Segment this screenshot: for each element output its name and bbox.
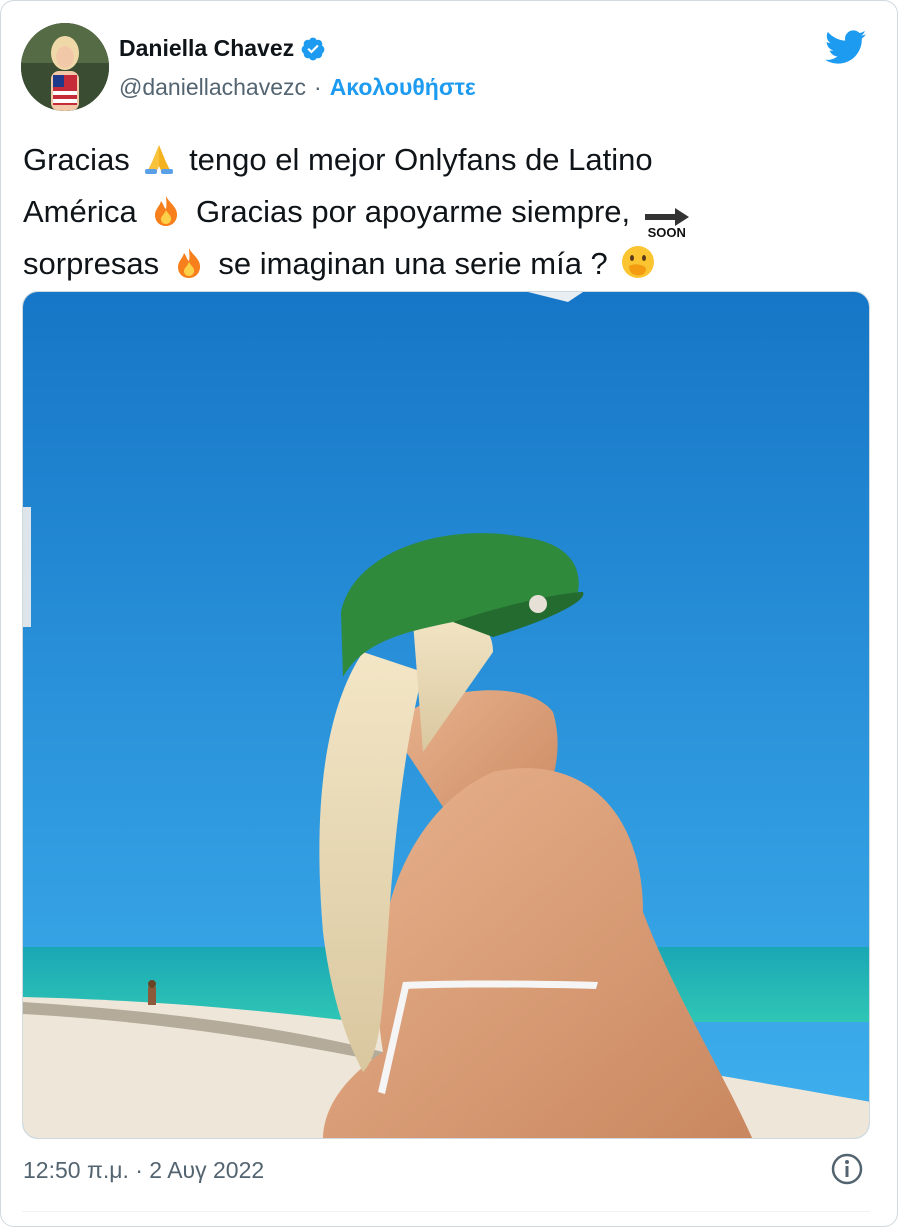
tweet-card: Daniella Chavez @daniellachavezc · Ακολο… <box>0 0 898 1227</box>
text-segment: Gracias por apoyarme siempre, <box>195 194 631 229</box>
handle-separator: · <box>314 74 322 100</box>
tweet-text-line-2: América Gracias por apoyarme siempre, SO… <box>23 189 883 241</box>
tweet-text-line-3: sorpresas se imaginan una serie mía ? <box>23 241 883 293</box>
tweet-text: Gracias tengo el mejor Onlyfans de Latin… <box>23 137 883 293</box>
fire-icon <box>149 194 183 241</box>
fire-icon <box>172 246 206 293</box>
info-icon[interactable] <box>831 1153 863 1185</box>
tweet-photo[interactable] <box>22 291 870 1139</box>
divider <box>22 1211 870 1212</box>
author-handle[interactable]: @daniellachavezc <box>119 74 306 101</box>
text-segment: América <box>23 194 137 229</box>
text-segment: Gracias <box>23 142 130 177</box>
verified-badge-icon <box>300 36 326 62</box>
soon-arrow-icon: SOON <box>644 208 689 240</box>
tweet-timestamp[interactable]: 12:50 π.μ. · 2 Αυγ 2022 <box>23 1157 264 1184</box>
text-segment: se imaginan una serie mía ? <box>218 246 608 281</box>
text-segment: sorpresas <box>23 246 160 281</box>
face-with-hand-over-mouth-icon <box>620 244 656 293</box>
soon-label: SOON <box>647 225 686 240</box>
folded-hands-icon <box>142 142 176 189</box>
author-name[interactable]: Daniella Chavez <box>119 35 294 62</box>
distant-person <box>148 980 156 1005</box>
twitter-bird-icon[interactable] <box>823 29 867 65</box>
follow-button[interactable]: Ακολουθήστε <box>330 74 476 101</box>
tweet-text-line-1: Gracias tengo el mejor Onlyfans de Latin… <box>23 137 883 189</box>
text-segment: tengo el mejor Onlyfans de Latino <box>189 142 653 177</box>
author-avatar[interactable] <box>21 23 109 111</box>
